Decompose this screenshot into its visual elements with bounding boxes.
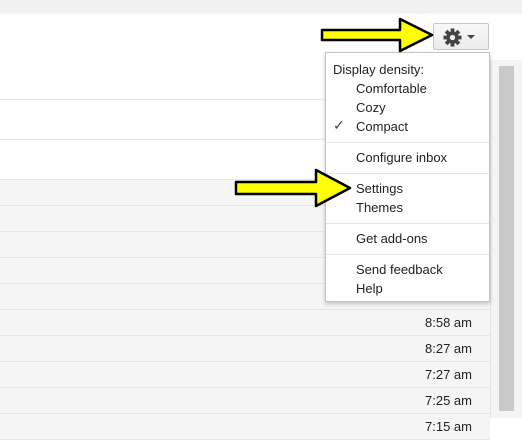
display-density-heading: Display density: (333, 62, 425, 77)
menu-divider (326, 223, 489, 224)
annotation-arrow-settings (234, 168, 352, 208)
email-time: 8:27 am (425, 341, 472, 356)
menu-item-themes[interactable]: Themes (356, 200, 403, 215)
menu-divider (326, 142, 489, 143)
density-compact[interactable]: Compact (356, 119, 408, 134)
menu-item-configure-inbox[interactable]: Configure inbox (356, 150, 447, 165)
menu-item-settings[interactable]: Settings (356, 181, 403, 196)
annotation-arrow-gear (320, 17, 434, 53)
density-comfortable[interactable]: Comfortable (356, 81, 427, 96)
scrollbar-thumb[interactable] (499, 66, 514, 411)
email-row[interactable]: 8:58 am (0, 310, 490, 336)
caret-down-icon (467, 35, 475, 39)
email-time: 7:27 am (425, 367, 472, 382)
email-time: 7:25 am (425, 393, 472, 408)
top-strip (0, 0, 522, 14)
menu-item-get-addons[interactable]: Get add-ons (356, 231, 428, 246)
menu-divider (326, 254, 489, 255)
email-row[interactable]: 8:27 am (0, 336, 490, 362)
email-time: 8:58 am (425, 315, 472, 330)
checkmark-icon: ✓ (333, 117, 345, 133)
settings-gear-button[interactable] (433, 23, 489, 50)
email-row[interactable]: 7:25 am (0, 388, 490, 414)
email-row[interactable]: 7:27 am (0, 362, 490, 388)
gear-icon (443, 28, 462, 47)
email-time: 7:15 am (425, 419, 472, 434)
density-cozy[interactable]: Cozy (356, 100, 386, 115)
menu-item-send-feedback[interactable]: Send feedback (356, 262, 443, 277)
menu-item-help[interactable]: Help (356, 281, 383, 296)
